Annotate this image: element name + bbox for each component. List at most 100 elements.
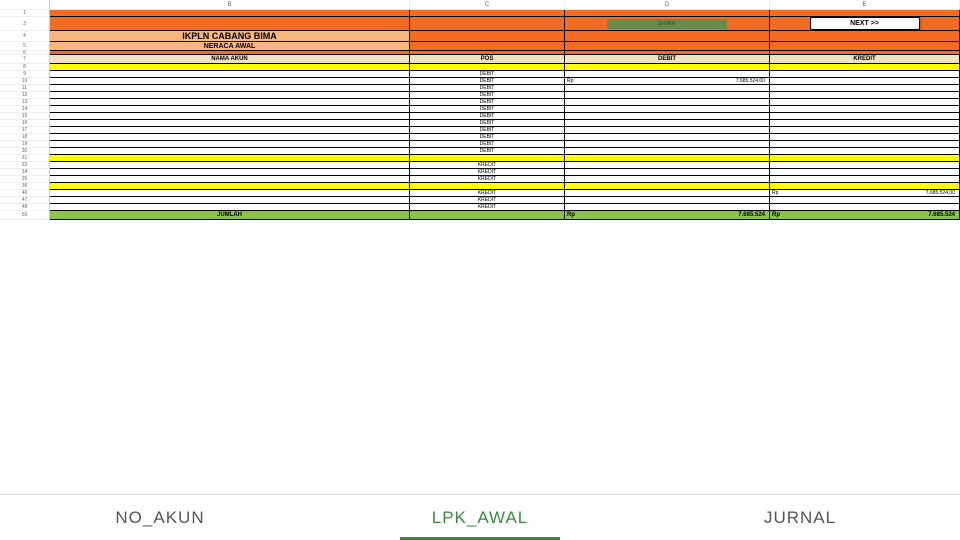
cell[interactable]	[410, 31, 565, 42]
cell[interactable]	[410, 64, 565, 71]
cell[interactable]	[50, 85, 410, 92]
col-header-c[interactable]: C	[410, 0, 565, 10]
cell[interactable]: KREDIT	[410, 176, 565, 183]
cell[interactable]	[50, 176, 410, 183]
cell[interactable]	[50, 64, 410, 71]
cell[interactable]: DEBIT	[410, 148, 565, 155]
total-debit[interactable]: Rp 7.685.524	[565, 211, 770, 220]
cell[interactable]: Rp7.685.524,00	[565, 78, 770, 85]
cell[interactable]	[565, 113, 770, 120]
cell[interactable]	[565, 92, 770, 99]
cell[interactable]	[565, 176, 770, 183]
cell[interactable]: DEBIT	[410, 127, 565, 134]
cell[interactable]	[410, 10, 565, 17]
cell[interactable]	[565, 120, 770, 127]
cell[interactable]: KREDIT	[410, 169, 565, 176]
cell[interactable]	[770, 106, 960, 113]
cell[interactable]	[770, 141, 960, 148]
cell[interactable]	[50, 141, 410, 148]
cell[interactable]	[50, 155, 410, 162]
cell[interactable]	[770, 162, 960, 169]
subtitle[interactable]: NERACA AWAL	[50, 42, 410, 51]
cell[interactable]	[50, 204, 410, 211]
cell[interactable]	[50, 78, 410, 85]
cell[interactable]	[50, 113, 410, 120]
title[interactable]: IKPLN CABANG BIMA	[50, 31, 410, 42]
cell[interactable]: DEBIT	[410, 134, 565, 141]
cell[interactable]	[770, 99, 960, 106]
cell[interactable]	[770, 113, 960, 120]
cell[interactable]	[770, 78, 960, 85]
th-nama[interactable]: NAMA AKUN	[50, 55, 410, 64]
cell[interactable]	[770, 64, 960, 71]
cell[interactable]	[50, 99, 410, 106]
col-header-e[interactable]: E	[770, 0, 960, 10]
cell[interactable]	[565, 106, 770, 113]
cell[interactable]: KREDIT	[410, 204, 565, 211]
next-button[interactable]: NEXT >>	[810, 17, 920, 30]
cell[interactable]	[565, 127, 770, 134]
cell[interactable]	[565, 169, 770, 176]
cell[interactable]: DEBIT	[410, 78, 565, 85]
cell[interactable]: Rp7.685.524,00	[770, 190, 960, 197]
cell[interactable]	[770, 42, 960, 51]
total-label[interactable]: JUMLAH	[50, 211, 410, 220]
cell[interactable]: DEBIT	[410, 141, 565, 148]
cell[interactable]	[770, 10, 960, 17]
cell[interactable]	[50, 134, 410, 141]
cell[interactable]	[770, 120, 960, 127]
cell[interactable]	[565, 10, 770, 17]
cell[interactable]	[50, 183, 410, 190]
cell[interactable]: DEBIT	[410, 113, 565, 120]
cell[interactable]: DEBIT	[410, 106, 565, 113]
cell[interactable]	[565, 134, 770, 141]
cell[interactable]	[565, 204, 770, 211]
cell[interactable]: DEBIT	[410, 99, 565, 106]
th-debit[interactable]: DEBIT	[565, 55, 770, 64]
cell[interactable]	[565, 183, 770, 190]
cell[interactable]	[770, 71, 960, 78]
cell[interactable]	[565, 85, 770, 92]
cell[interactable]	[50, 190, 410, 197]
cell[interactable]: KREDIT	[410, 162, 565, 169]
th-kredit[interactable]: KREDIT	[770, 55, 960, 64]
cell[interactable]	[770, 183, 960, 190]
cell[interactable]	[410, 42, 565, 51]
cell[interactable]	[770, 169, 960, 176]
cell[interactable]: KREDIT	[410, 190, 565, 197]
cell[interactable]: DEBIT	[410, 120, 565, 127]
cell[interactable]	[565, 99, 770, 106]
cell[interactable]	[770, 31, 960, 42]
cell[interactable]	[50, 148, 410, 155]
cell[interactable]	[565, 197, 770, 204]
cell[interactable]	[50, 92, 410, 99]
cell[interactable]: KREDIT	[410, 197, 565, 204]
cell[interactable]	[565, 71, 770, 78]
cell[interactable]	[565, 64, 770, 71]
cell[interactable]	[770, 176, 960, 183]
cell[interactable]	[50, 127, 410, 134]
cell[interactable]: DEBIT	[410, 85, 565, 92]
cell[interactable]	[770, 92, 960, 99]
col-header-b[interactable]: B	[50, 0, 410, 10]
cell[interactable]	[565, 42, 770, 51]
cell[interactable]	[410, 17, 565, 31]
cell[interactable]: DEBIT	[410, 71, 565, 78]
cell[interactable]	[770, 197, 960, 204]
cell[interactable]	[50, 162, 410, 169]
cell[interactable]	[565, 162, 770, 169]
cell[interactable]	[410, 211, 565, 220]
tab-no-akun[interactable]: NO_AKUN	[0, 495, 320, 540]
cell[interactable]: NEXT >>	[770, 17, 960, 31]
cell[interactable]	[410, 183, 565, 190]
cell[interactable]	[565, 155, 770, 162]
cell[interactable]	[565, 31, 770, 42]
cell[interactable]	[770, 134, 960, 141]
cell[interactable]	[565, 148, 770, 155]
cell[interactable]	[50, 197, 410, 204]
cell[interactable]: SAMA	[565, 17, 770, 31]
cell[interactable]	[50, 169, 410, 176]
total-kredit[interactable]: Rp 7.685.524	[770, 211, 960, 220]
cell[interactable]	[770, 127, 960, 134]
tab-lpk-awal[interactable]: LPK_AWAL	[320, 495, 640, 540]
